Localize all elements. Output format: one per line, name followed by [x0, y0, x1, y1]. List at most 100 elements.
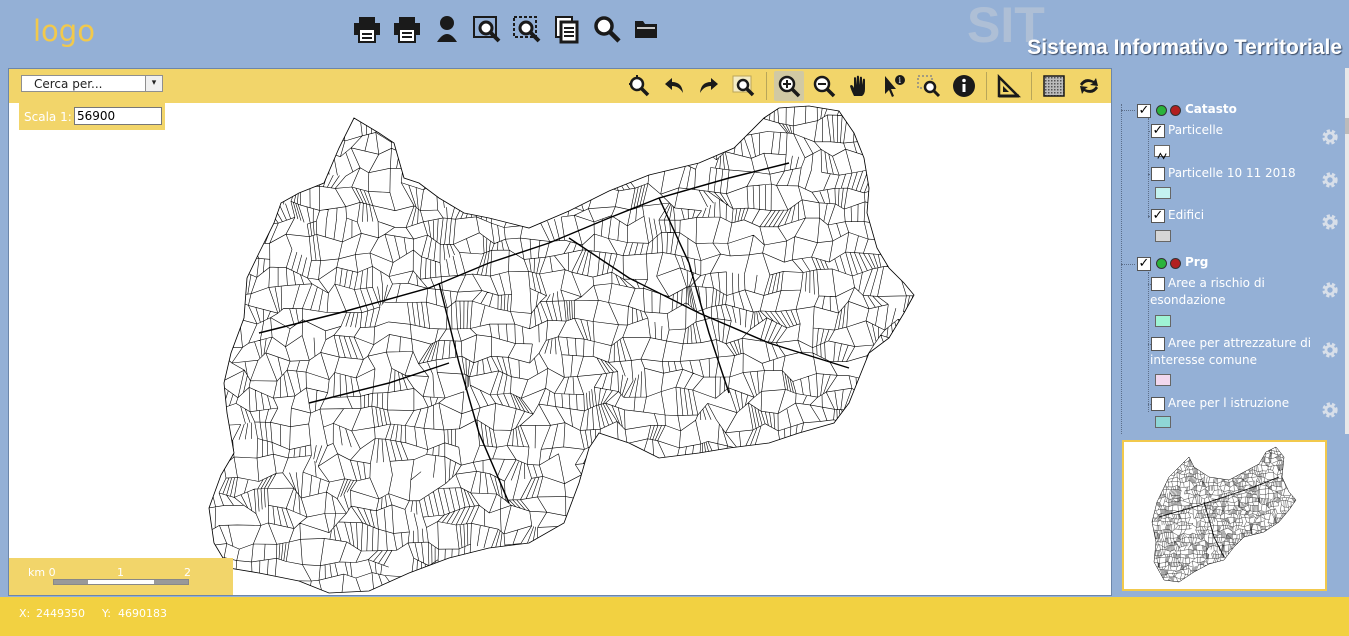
zoom-selection-button[interactable] — [510, 12, 544, 46]
zoom-out-button[interactable] — [809, 71, 839, 101]
layer-label-particelle-2018: Particelle 10 11 2018 — [1168, 166, 1296, 180]
search-select-value: Cerca per... — [34, 77, 103, 91]
zoom-extent-icon — [629, 75, 650, 97]
layer-checkbox-particelle[interactable]: ✓ — [1151, 124, 1165, 138]
layer-grid-button[interactable] — [1039, 71, 1069, 101]
layer-off-icon[interactable] — [1170, 258, 1181, 269]
info-button[interactable] — [949, 71, 979, 101]
layer-on-icon[interactable] — [1156, 258, 1167, 269]
zoom-in-icon — [778, 75, 801, 98]
scalebar-tick-1: 1 — [117, 566, 124, 579]
line-symbol-icon — [1154, 145, 1170, 160]
zoom-in-button[interactable] — [774, 71, 804, 101]
layer-on-icon[interactable] — [1156, 105, 1167, 116]
road-lines — [1158, 476, 1280, 558]
zoom-out-icon — [813, 75, 836, 98]
coord-y-value: 4690183 — [118, 607, 167, 620]
group-checkbox-catasto[interactable]: ✓ — [1137, 104, 1151, 118]
status-bar: X: 2449350 Y: 4690183 — [0, 597, 1349, 636]
coord-x-label: X: — [19, 607, 31, 620]
measure-icon — [997, 74, 1021, 98]
parcel-mesh — [209, 106, 914, 593]
print-preview-button[interactable] — [390, 12, 424, 46]
group-label-catasto[interactable]: Catasto — [1185, 102, 1237, 116]
layer-checkbox-particelle-2018[interactable] — [1151, 167, 1165, 181]
undo-arrow-icon — [665, 78, 683, 93]
layer-label-edifici: Edifici — [1168, 208, 1205, 222]
layer-swatch — [1155, 315, 1171, 327]
layer-label-attrezzature: Aree per attrezzature di interesse comun… — [1150, 336, 1312, 367]
pan-button[interactable] — [844, 71, 874, 101]
open-folder-button[interactable] — [630, 12, 664, 46]
gear-icon[interactable] — [1321, 213, 1339, 231]
map-tools: i — [624, 71, 1104, 101]
layer-checkbox-istruzione[interactable] — [1151, 397, 1165, 411]
toolbar-separator — [766, 72, 767, 100]
group-label-prg[interactable]: Prg — [1185, 255, 1208, 269]
redo-button[interactable] — [694, 71, 724, 101]
layers-panel: ✓ Catasto ✓ Particelle Particelle 10 11 … — [1117, 68, 1349, 436]
search-icon — [594, 16, 621, 43]
layer-swatch — [1155, 230, 1171, 242]
print-preview-icon — [394, 17, 420, 43]
toolbar-separator — [986, 72, 987, 100]
svg-text:i: i — [899, 76, 902, 85]
layer-swatch — [1155, 416, 1171, 428]
overview-map[interactable] — [1122, 440, 1327, 591]
select-zoom-button[interactable] — [914, 71, 944, 101]
scalebar: km 0 1 2 — [9, 558, 233, 595]
layer-off-icon[interactable] — [1170, 105, 1181, 116]
road-lines — [258, 162, 850, 504]
user-button[interactable] — [430, 12, 464, 46]
copy-document-button[interactable] — [550, 12, 584, 46]
copy-document-icon — [555, 16, 579, 44]
redo-arrow-icon — [700, 78, 718, 93]
layer-swatch — [1155, 374, 1171, 386]
gear-icon[interactable] — [1321, 281, 1339, 299]
site-title: Sistema Informativo Territoriale — [1027, 36, 1342, 59]
search-button[interactable] — [590, 12, 624, 46]
chevron-down-icon[interactable]: ▾ — [145, 76, 162, 91]
gear-icon[interactable] — [1321, 128, 1339, 146]
scalebar-label: km 0 — [28, 566, 56, 579]
info-select-icon: i — [885, 75, 905, 97]
gear-icon[interactable] — [1321, 341, 1339, 359]
coord-y-label: Y: — [102, 607, 111, 620]
info-icon — [953, 75, 975, 97]
pan-hand-icon — [850, 75, 865, 96]
group-checkbox-prg[interactable]: ✓ — [1137, 257, 1151, 271]
gear-icon[interactable] — [1321, 401, 1339, 419]
gear-icon[interactable] — [1321, 171, 1339, 189]
search-select[interactable]: Cerca per... ▾ — [21, 75, 163, 92]
layer-label-istruzione: Aree per l istruzione — [1168, 396, 1290, 410]
toolbar-separator — [1031, 72, 1032, 100]
layer-checkbox-edifici[interactable]: ✓ — [1151, 209, 1165, 223]
top-toolbar — [350, 12, 664, 46]
layer-label-esondazione: Aree a rischio di esondazione — [1150, 276, 1265, 307]
measure-button[interactable] — [994, 71, 1024, 101]
zoom-extent-button[interactable] — [624, 71, 654, 101]
map-toolbar: Cerca per... ▾ i — [9, 69, 1111, 103]
print-button[interactable] — [350, 12, 384, 46]
logo: logo — [33, 14, 95, 48]
map-canvas[interactable] — [9, 103, 1111, 595]
zoom-window-button[interactable] — [470, 12, 504, 46]
parcel-mesh — [1152, 447, 1296, 582]
zoom-window-icon — [473, 16, 501, 43]
zoom-box-button[interactable] — [729, 71, 759, 101]
undo-button[interactable] — [659, 71, 689, 101]
refresh-arrows-icon — [1080, 78, 1098, 94]
info-select-button[interactable]: i — [879, 71, 909, 101]
layer-label-particelle: Particelle — [1168, 123, 1224, 137]
refresh-button[interactable] — [1074, 71, 1104, 101]
zoom-selection-icon — [513, 16, 541, 43]
scalebar-tick-2: 2 — [184, 566, 191, 579]
layers-scrollbar[interactable] — [1345, 68, 1349, 434]
select-zoom-icon — [917, 75, 941, 98]
user-icon — [437, 16, 457, 42]
coord-x-value: 2449350 — [36, 607, 85, 620]
map-panel: Cerca per... ▾ i Scala 1: 56900 km 0 1 2 — [8, 68, 1112, 596]
app-header: logo SIT Sistema Informativo Territorial… — [0, 0, 1349, 68]
folder-icon — [635, 21, 657, 38]
overview-map-canvas[interactable] — [1124, 442, 1325, 589]
